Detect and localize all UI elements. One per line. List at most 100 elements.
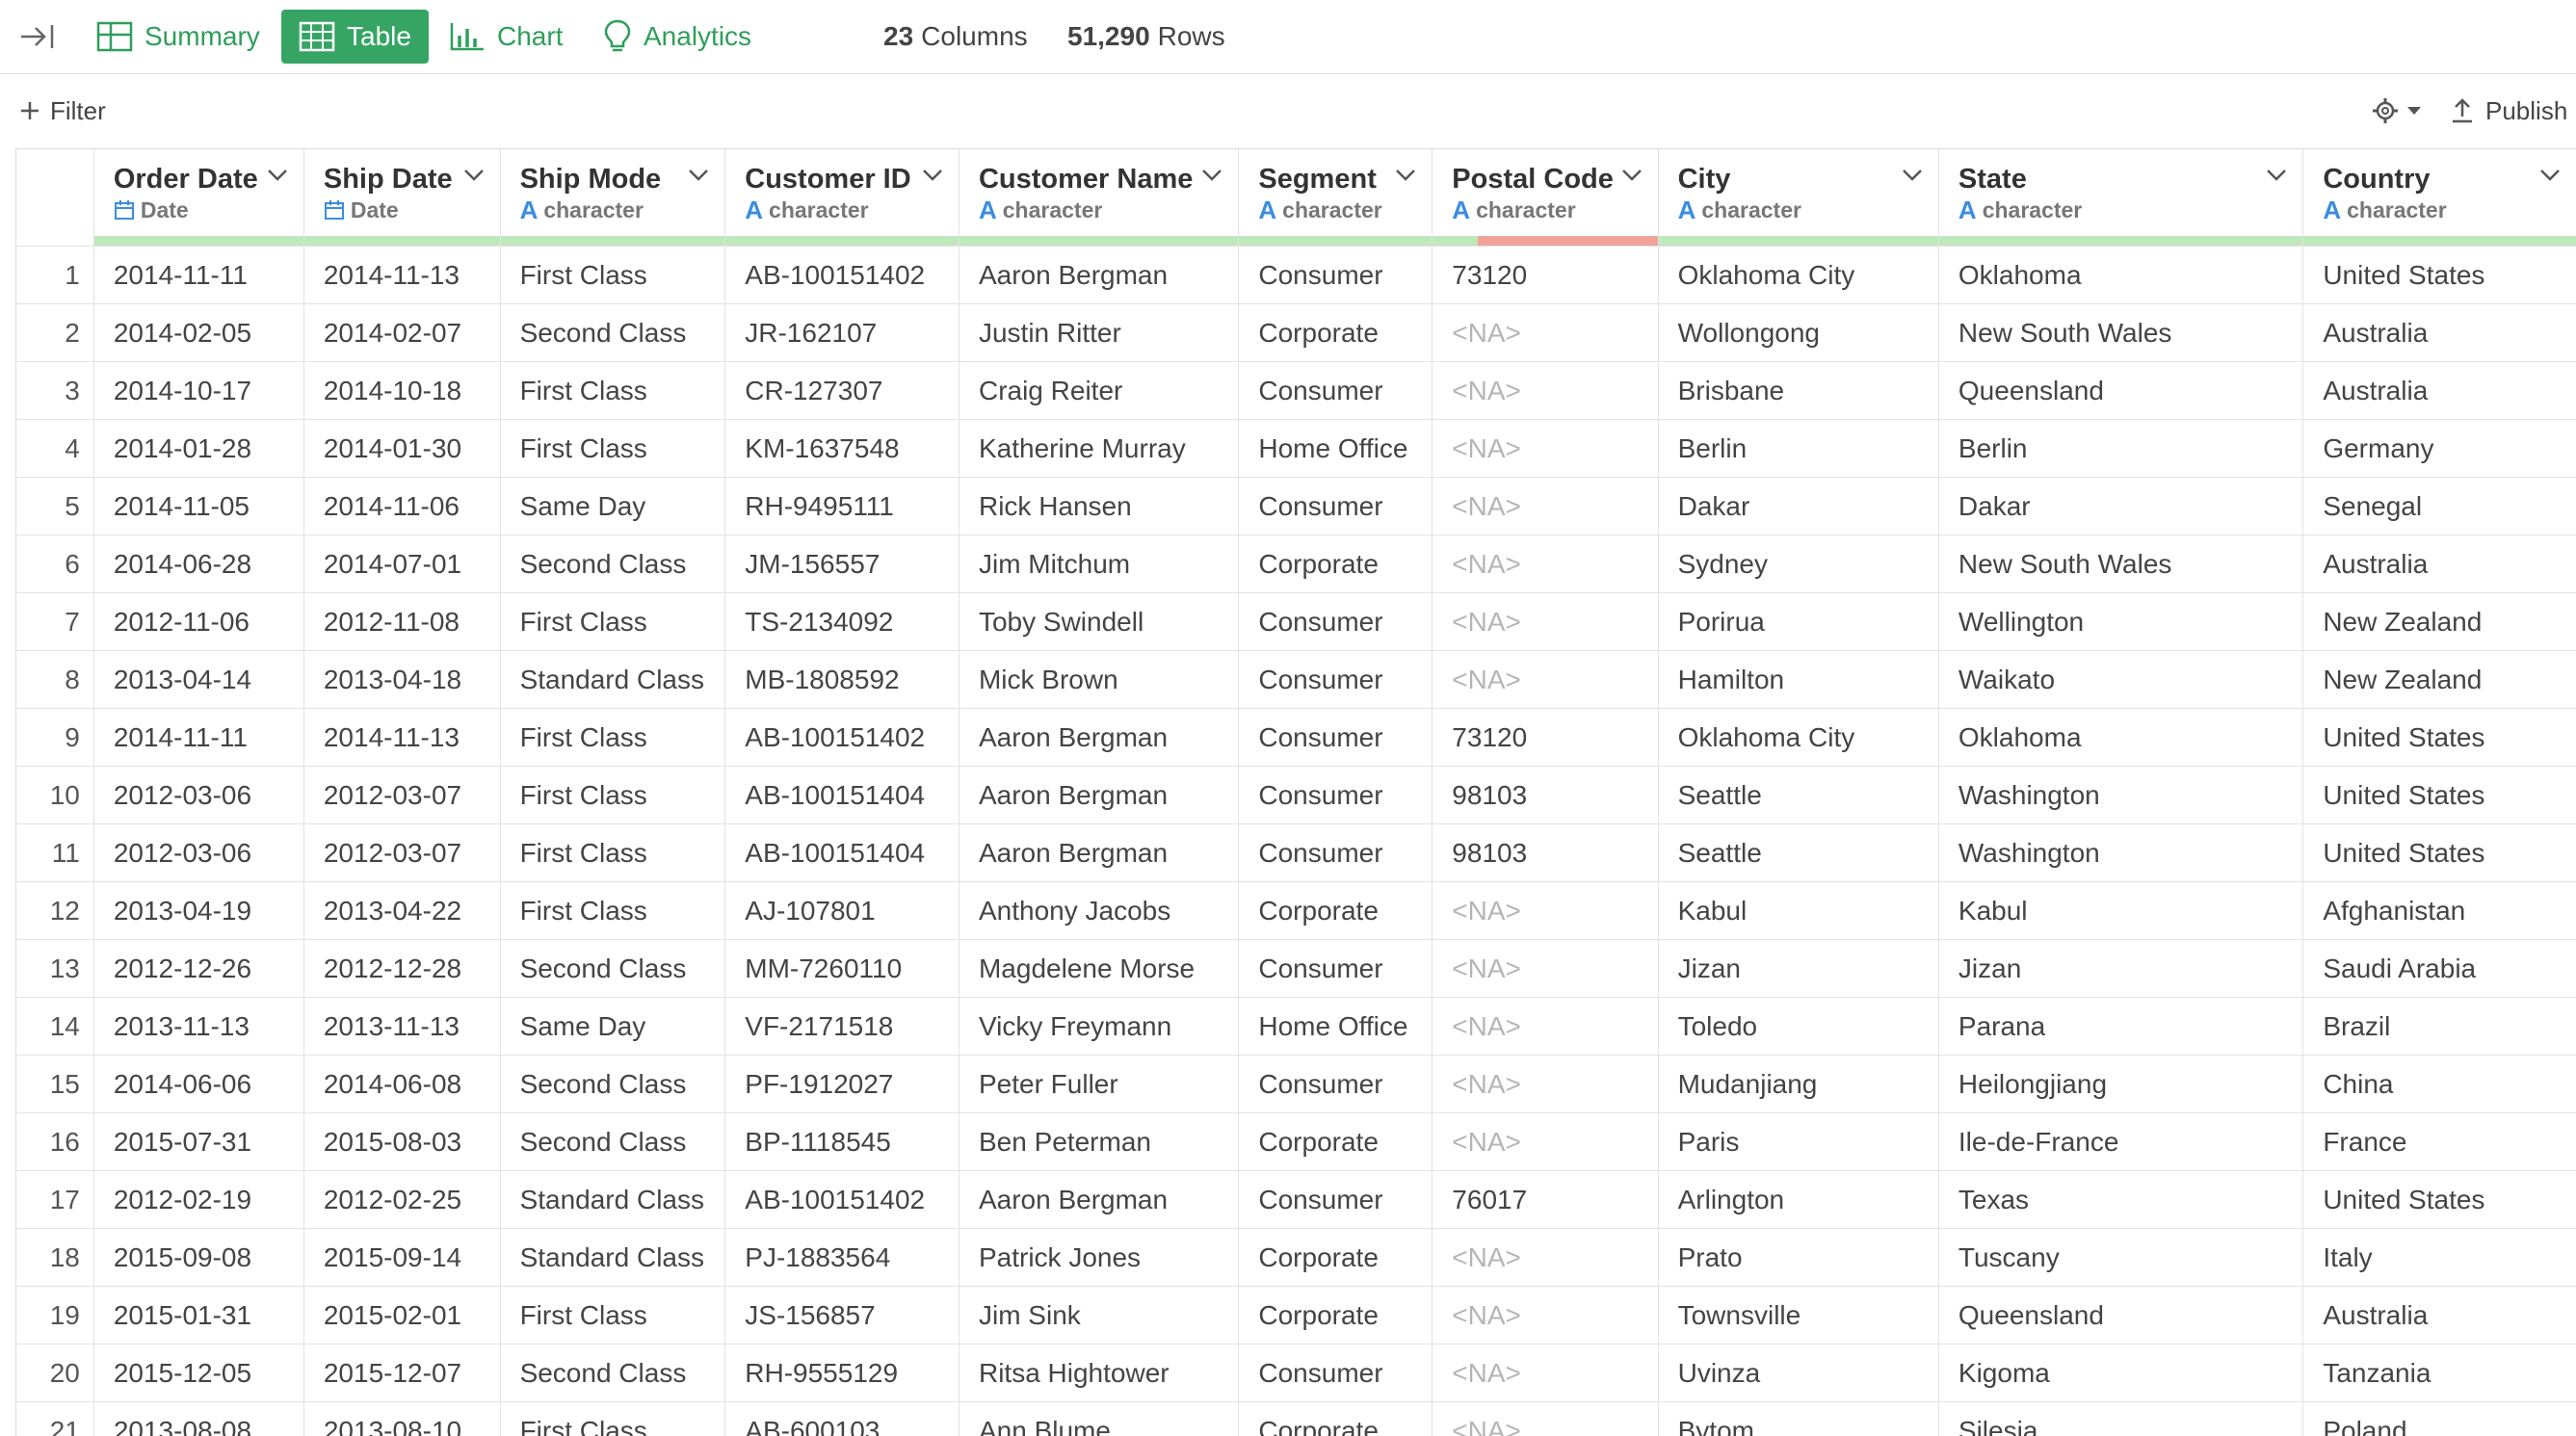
tab-chart[interactable]: Chart [432,10,580,64]
table-cell[interactable]: AB-100151402 [725,247,959,304]
table-cell[interactable]: United States [2303,767,2576,824]
table-cell[interactable]: Corporate [1239,882,1433,940]
tab-summary[interactable]: Summary [79,10,277,64]
table-cell[interactable]: RH-9495111 [725,478,959,535]
table-cell[interactable]: 2014-11-11 [93,247,303,304]
table-row[interactable]: 112012-03-062012-03-07First ClassAB-1001… [16,824,2576,882]
table-cell[interactable]: Aaron Bergman [959,247,1238,304]
table-cell[interactable]: New South Wales [1938,535,2302,593]
table-cell[interactable]: <NA> [1433,1345,1658,1402]
table-cell[interactable]: Second Class [500,1056,725,1113]
table-cell[interactable]: 2014-06-06 [93,1056,303,1113]
table-cell[interactable]: Anthony Jacobs [959,882,1238,940]
table-cell[interactable]: 2015-02-01 [303,1287,500,1345]
column-header[interactable]: CountryAcharacter [2303,149,2576,247]
table-cell[interactable]: 2012-03-06 [93,767,303,824]
table-cell[interactable]: Kabul [1658,882,1938,940]
table-cell[interactable]: KM-1637548 [725,420,959,478]
table-cell[interactable]: Justin Ritter [959,304,1238,362]
table-cell[interactable]: Silesia [1938,1402,2302,1436]
table-cell[interactable]: 2012-03-07 [303,824,500,882]
table-cell[interactable]: 2014-02-07 [303,304,500,362]
column-header[interactable]: CityAcharacter [1658,149,1938,247]
table-row[interactable]: 42014-01-282014-01-30First ClassKM-16375… [16,420,2576,478]
table-cell[interactable]: JM-156557 [725,535,959,593]
table-cell[interactable]: First Class [500,247,725,304]
settings-menu-button[interactable] [2372,94,2422,127]
table-cell[interactable]: Patrick Jones [959,1229,1238,1287]
table-cell[interactable]: Seattle [1658,767,1938,824]
table-cell[interactable]: Rick Hansen [959,478,1238,535]
table-cell[interactable]: Porirua [1658,593,1938,651]
table-cell[interactable]: <NA> [1433,1113,1658,1171]
table-cell[interactable]: Poland [2303,1402,2576,1436]
table-cell[interactable]: Wellington [1938,593,2302,651]
table-row[interactable]: 152014-06-062014-06-08Second ClassPF-191… [16,1056,2576,1113]
table-cell[interactable]: Dakar [1938,478,2302,535]
table-row[interactable]: 162015-07-312015-08-03Second ClassBP-111… [16,1113,2576,1171]
column-menu-chevron-icon[interactable] [1902,169,1923,182]
table-cell[interactable]: New Zealand [2303,593,2576,651]
table-cell[interactable]: 2015-09-08 [93,1229,303,1287]
table-cell[interactable]: AB-100151404 [725,824,959,882]
table-cell[interactable]: United States [2303,1171,2576,1229]
column-menu-chevron-icon[interactable] [2539,169,2561,182]
column-menu-chevron-icon[interactable] [922,169,943,182]
table-cell[interactable]: AB-100151404 [725,767,959,824]
table-cell[interactable]: Oklahoma City [1658,709,1938,767]
table-cell[interactable]: 2013-04-22 [303,882,500,940]
table-cell[interactable]: Wollongong [1658,304,1938,362]
table-cell[interactable]: First Class [500,362,725,420]
table-row[interactable]: 132012-12-262012-12-28Second ClassMM-726… [16,940,2576,998]
table-cell[interactable]: Queensland [1938,362,2302,420]
table-cell[interactable]: Kabul [1938,882,2302,940]
table-cell[interactable]: Germany [2303,420,2576,478]
table-row[interactable]: 202015-12-052015-12-07Second ClassRH-955… [16,1345,2576,1402]
table-cell[interactable]: PF-1912027 [725,1056,959,1113]
table-cell[interactable]: Sydney [1658,535,1938,593]
table-cell[interactable]: Jizan [1938,940,2302,998]
table-cell[interactable]: 2014-11-11 [93,709,303,767]
table-row[interactable]: 52014-11-052014-11-06Same DayRH-9495111R… [16,478,2576,535]
table-cell[interactable]: <NA> [1433,420,1658,478]
table-cell[interactable]: <NA> [1433,940,1658,998]
table-cell[interactable]: 2013-04-18 [303,651,500,709]
table-cell[interactable]: Hamilton [1658,651,1938,709]
table-cell[interactable]: Bytom [1658,1402,1938,1436]
table-cell[interactable]: 2014-06-28 [93,535,303,593]
table-cell[interactable]: Mick Brown [959,651,1238,709]
table-cell[interactable]: Oklahoma [1938,709,2302,767]
table-cell[interactable]: Consumer [1239,709,1433,767]
column-menu-chevron-icon[interactable] [1201,169,1222,182]
table-cell[interactable]: Aaron Bergman [959,767,1238,824]
table-cell[interactable]: Waikato [1938,651,2302,709]
table-cell[interactable]: 2013-08-10 [303,1402,500,1436]
table-cell[interactable]: 2014-10-17 [93,362,303,420]
tab-table[interactable]: Table [281,10,429,64]
table-cell[interactable]: Washington [1938,767,2302,824]
table-cell[interactable]: 2013-04-14 [93,651,303,709]
table-cell[interactable]: <NA> [1433,882,1658,940]
table-cell[interactable]: AJ-107801 [725,882,959,940]
table-cell[interactable]: Oklahoma City [1658,247,1938,304]
table-cell[interactable]: Ben Peterman [959,1113,1238,1171]
table-row[interactable]: 122013-04-192013-04-22First ClassAJ-1078… [16,882,2576,940]
table-cell[interactable]: <NA> [1433,651,1658,709]
column-header[interactable]: Customer NameAcharacter [959,149,1238,247]
table-cell[interactable]: First Class [500,593,725,651]
table-cell[interactable]: CR-127307 [725,362,959,420]
table-cell[interactable]: Craig Reiter [959,362,1238,420]
table-cell[interactable]: United States [2303,247,2576,304]
table-cell[interactable]: <NA> [1433,535,1658,593]
table-row[interactable]: 82013-04-142013-04-18Standard ClassMB-18… [16,651,2576,709]
table-cell[interactable]: Home Office [1239,420,1433,478]
table-cell[interactable]: Jizan [1658,940,1938,998]
table-cell[interactable]: United States [2303,709,2576,767]
table-cell[interactable]: New Zealand [2303,651,2576,709]
table-cell[interactable]: Ritsa Hightower [959,1345,1238,1402]
table-cell[interactable]: 2014-06-08 [303,1056,500,1113]
table-cell[interactable]: Australia [2303,535,2576,593]
table-cell[interactable]: United States [2303,824,2576,882]
table-cell[interactable]: AB-100151402 [725,709,959,767]
table-cell[interactable]: 76017 [1433,1171,1658,1229]
